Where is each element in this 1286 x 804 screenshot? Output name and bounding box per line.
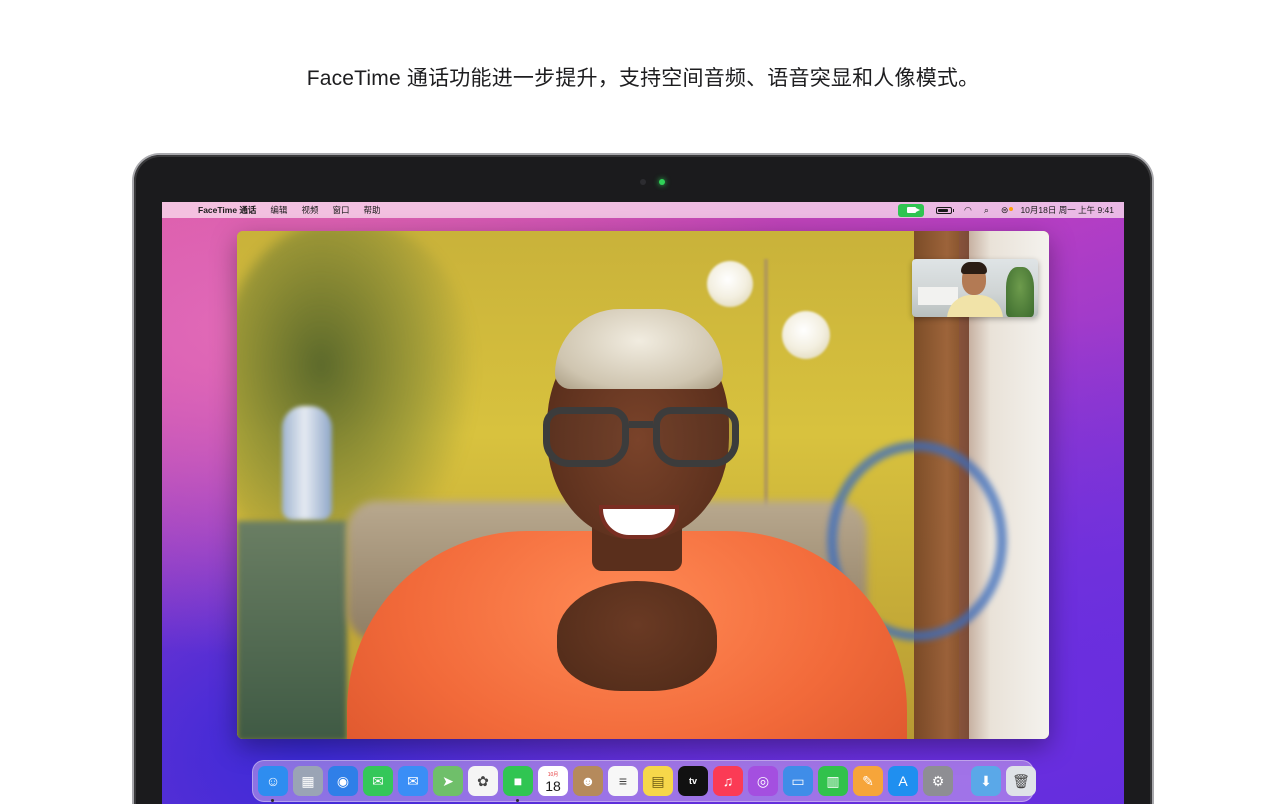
trash-glyph: 🗑 — [1012, 772, 1030, 789]
dock-keynote-icon[interactable]: ▭ — [783, 766, 813, 796]
dock-calendar-icon[interactable]: 10月 18 — [538, 766, 568, 796]
mail-glyph: ✉ — [407, 772, 419, 789]
photos-glyph: ✿ — [477, 772, 489, 789]
camera-indicator-light — [659, 179, 665, 185]
menu-bar: FaceTime 通话 编辑 视频 窗口 帮助 ◠ ⌕ ⊜ 10月18日 周一 … — [162, 202, 1124, 218]
dock-safari-icon[interactable]: ◉ — [328, 766, 358, 796]
downloads-folder-glyph: ⬇ — [980, 772, 992, 789]
calendar-month-label: 10月 — [547, 772, 559, 778]
messages-glyph: ✉ — [372, 772, 384, 789]
camera-lens — [640, 179, 646, 185]
wifi-icon[interactable]: ◠ — [964, 205, 972, 215]
desktop-screen: FaceTime 通话 编辑 视频 窗口 帮助 ◠ ⌕ ⊜ 10月18日 周一 … — [162, 202, 1124, 804]
dock-trash-icon[interactable]: 🗑 — [1006, 766, 1036, 796]
dock-notes-icon[interactable]: ▤ — [643, 766, 673, 796]
mic-in-use-indicator — [1009, 206, 1014, 211]
dock-reminders-icon[interactable]: ≡ — [608, 766, 638, 796]
search-icon[interactable]: ⌕ — [984, 205, 989, 215]
system-preferences-glyph: ⚙ — [931, 772, 945, 789]
dock-facetime-icon[interactable]: ■ — [503, 766, 533, 802]
dock-contacts-icon[interactable]: ☻ — [573, 766, 603, 796]
menu-video[interactable]: 视频 — [301, 204, 318, 216]
dock-system-preferences-icon[interactable]: ⚙ — [923, 766, 953, 796]
dock-launchpad-icon[interactable]: ▦ — [293, 766, 323, 796]
dock-podcasts-icon[interactable]: ◎ — [748, 766, 778, 796]
pages-glyph: ✎ — [862, 772, 874, 789]
dock-finder-icon[interactable]: ☺ — [258, 766, 288, 802]
dock-messages-icon[interactable]: ✉ — [363, 766, 393, 796]
running-indicator — [271, 799, 274, 802]
dock-app-store-icon[interactable]: A — [888, 766, 918, 796]
keynote-glyph: ▭ — [791, 772, 805, 789]
dock-downloads-folder-icon[interactable]: ⬇ — [971, 766, 1001, 796]
battery-icon[interactable] — [936, 206, 954, 214]
tv-glyph: tv — [688, 776, 697, 786]
notes-glyph: ▤ — [651, 772, 665, 789]
menu-window[interactable]: 窗口 — [332, 204, 349, 216]
menu-clock[interactable]: 10月18日 周一 上午 9:41 — [1020, 204, 1114, 216]
control-center-icon[interactable]: ⊜ — [1001, 205, 1014, 216]
self-view-pip[interactable] — [912, 259, 1038, 317]
menu-edit[interactable]: 编辑 — [270, 204, 287, 216]
dock-maps-icon[interactable]: ➤ — [433, 766, 463, 796]
facetime-indicator-icon[interactable] — [898, 203, 924, 217]
dock-tv-icon[interactable]: tv — [678, 766, 708, 796]
calendar-day-label: 18 — [545, 778, 561, 794]
podcasts-glyph: ◎ — [756, 772, 770, 789]
macbook-frame: FaceTime 通话 编辑 视频 窗口 帮助 ◠ ⌕ ⊜ 10月18日 周一 … — [134, 155, 1152, 804]
maps-glyph: ➤ — [442, 772, 454, 789]
facetime-glyph: ■ — [513, 773, 523, 789]
dock-numbers-icon[interactable]: ▥ — [818, 766, 848, 796]
running-indicator — [516, 799, 519, 802]
app-store-glyph: A — [898, 773, 908, 789]
reminders-glyph: ≡ — [618, 773, 628, 789]
dock-mail-icon[interactable]: ✉ — [398, 766, 428, 796]
facetime-call-window[interactable] — [237, 231, 1049, 739]
launchpad-glyph: ▦ — [301, 772, 315, 789]
dock: ☺ ▦ ◉ ✉ ✉ ➤ ✿ ■ 10月 18 ☻ ≡ ▤ tv ♫ ◎ ▭ ▥ ✎ A ⚙ ⬇ 🗑 — [252, 760, 1036, 802]
contacts-glyph: ☻ — [580, 773, 596, 789]
finder-glyph: ☺ — [265, 773, 281, 789]
menu-help[interactable]: 帮助 — [363, 204, 380, 216]
headline: FaceTime 通话功能进一步提升，支持空间音频、语音突显和人像模式。 — [306, 67, 980, 90]
dock-music-icon[interactable]: ♫ — [713, 766, 743, 796]
dock-pages-icon[interactable]: ✎ — [853, 766, 883, 796]
menu-app-name[interactable]: FaceTime 通话 — [198, 204, 256, 216]
music-glyph: ♫ — [722, 773, 734, 789]
dock-photos-icon[interactable]: ✿ — [468, 766, 498, 796]
safari-glyph: ◉ — [336, 772, 350, 789]
numbers-glyph: ▥ — [826, 772, 840, 789]
